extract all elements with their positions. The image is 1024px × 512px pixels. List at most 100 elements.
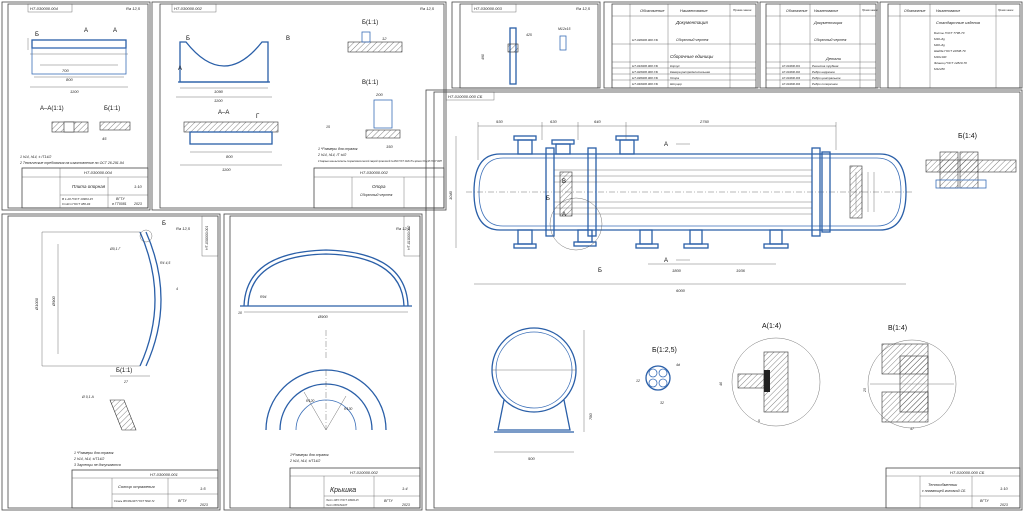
svg-text:46: 46 (719, 382, 723, 386)
sheet-cover[interactable]: Ra 12,5 НТ-010000.002 Ø900 R94 10 R120 R… (223, 213, 423, 511)
svg-text:Наименование: Наименование (936, 9, 960, 13)
note-1: 1 *Размеры для справок (74, 451, 114, 455)
note-1: 1 *Размеры для справок (318, 147, 358, 151)
section-aa-title: A–A (218, 110, 229, 116)
spec-rows: Болты ГОСТ 7798-70 М16–6g М20–6g Шайба Г… (934, 31, 967, 71)
svg-text:10: 10 (238, 311, 242, 315)
svg-text:НТ-010000.002: НТ-010000.002 (782, 70, 801, 74)
spec-sheet-2[interactable]: Обозначение Наименование Приме-чание Док… (759, 1, 879, 89)
svg-text:425: 425 (526, 33, 532, 37)
detail-a14-title: А(1:4) (762, 323, 781, 330)
nozzle-top-2 (619, 139, 635, 155)
roughness-mark: Ra 12,5 (126, 6, 141, 11)
svg-text:НТ-030000.003: НТ-030000.003 (474, 6, 503, 11)
svg-text:Ребро центральное: Ребро центральное (812, 76, 841, 80)
svg-text:в ГТ0081: в ГТ0081 (112, 202, 127, 206)
svg-text:45: 45 (102, 136, 107, 141)
part-name: Солнцо отражения (118, 484, 155, 489)
detail-b14: Б(1:4) (925, 133, 1017, 189)
spec-section-docs: Документация (675, 20, 708, 25)
svg-text:630: 630 (550, 119, 557, 124)
sheet-main-assembly[interactable]: НТ-010000.000 СБ 930 630 640 2760 В А Б … (425, 89, 1023, 511)
sheet-part-3[interactable]: НТ-030000.003 Ra 12,5 425 490 M12x15 (451, 1, 601, 89)
svg-text:А: А (562, 212, 566, 218)
svg-text:Ст3сп ГОСТ 380-94: Ст3сп ГОСТ 380-94 (62, 202, 91, 206)
dims-bottom: 1800 1936 6000 1040 (448, 136, 906, 293)
support-1 (639, 229, 653, 245)
svg-text:Шайба ГОСТ 22838-70: Шайба ГОСТ 22838-70 (934, 49, 966, 53)
svg-text:НТ-010000.002: НТ-010000.002 (350, 470, 379, 475)
svg-text:930: 930 (496, 119, 503, 124)
label-a-right: A (113, 28, 117, 34)
svg-text:Сборочный чертеж: Сборочный чертеж (676, 38, 709, 42)
svg-text:1100: 1100 (214, 98, 223, 103)
heat-exchanger-main-view: В А Б Б А А (466, 135, 914, 274)
svg-text:НТ-010000.000 СБ: НТ-010000.000 СБ (950, 470, 985, 475)
svg-text:Стандартные изделия: Стандартные изделия (936, 20, 981, 25)
title-block: НТ-030000.001 Солнцо отражения Сталь 08Х… (71, 469, 219, 509)
svg-text:НТ-030000.000 СБ: НТ-030000.000 СБ (632, 38, 658, 42)
note-2: 2 Технические требования на изготовление… (19, 161, 124, 165)
svg-text:НТ-030000.001: НТ-030000.001 (150, 472, 178, 477)
svg-text:1800: 1800 (672, 268, 682, 273)
detail-b14-title: Б(1:4) (958, 133, 977, 140)
detail-b125: Б(1:2,5) 4d 12 32 (636, 347, 681, 405)
svg-text:1100: 1100 (222, 167, 231, 172)
note-1: 1*Размеры для справок (290, 453, 329, 457)
nozzle-top-1 (517, 139, 533, 155)
nozzle-bottom-1 (517, 229, 533, 245)
svg-text:Корпус: Корпус (670, 64, 680, 68)
sheet-base-plate[interactable]: НТ-030000.004 Ra 12,5 Б A A 700 800 1100… (1, 1, 151, 211)
top-stamp: НТ-030000.004 (30, 6, 59, 11)
view-b-title: Б(1:1) (116, 368, 132, 374)
svg-text:R4 4,5: R4 4,5 (160, 261, 170, 265)
svg-text:47: 47 (910, 427, 915, 431)
svg-text:R130: R130 (344, 407, 352, 411)
svg-text:Сборочный чертеж: Сборочный чертеж (360, 193, 393, 197)
sheet-frame (1, 1, 151, 211)
svg-text:2023: 2023 (199, 503, 208, 507)
saddle-front-view (179, 41, 269, 83)
svg-text:1040: 1040 (448, 190, 453, 200)
svg-text:НТ-040000.000 СБ: НТ-040000.000 СБ (632, 82, 658, 86)
end-view: 780 500 (491, 327, 593, 461)
svg-text:НТ-010000.004: НТ-010000.004 (782, 82, 801, 86)
svg-text:НТ-030000.004: НТ-030000.004 (84, 170, 113, 175)
section-aa-base (183, 121, 279, 133)
tube-sheet-profile (139, 231, 156, 367)
svg-text:Обозначение: Обозначение (904, 9, 925, 13)
svg-text:А: А (664, 142, 668, 148)
svg-text:Документация: Документация (813, 20, 843, 25)
svg-text:НТ-020000.000 СБ: НТ-020000.000 СБ (632, 70, 658, 74)
note-1: 1 h14, h14, ± IT14/2 (20, 155, 51, 159)
spec-sheet-1[interactable]: Обозначение Наименование Приме-чание Док… (603, 1, 759, 89)
part-name: Крышка (330, 487, 356, 494)
svg-text:32: 32 (660, 401, 664, 405)
svg-text:Обозначение: Обозначение (786, 9, 807, 13)
svg-text:Болты ГОСТ 7798-70: Болты ГОСТ 7798-70 (934, 31, 965, 35)
view-v-rib (373, 99, 393, 129)
label-b: Б (35, 32, 39, 38)
svg-text:НТ-010000.001: НТ-010000.001 (782, 64, 801, 68)
detail-a14: А(1:4) 46 5 (719, 323, 821, 427)
svg-text:Б: Б (598, 268, 602, 274)
svg-text:Ø 0,1 А: Ø 0,1 А (81, 395, 95, 399)
svg-text:Ø0,1 Г: Ø0,1 Г (109, 247, 122, 251)
support-2 (769, 229, 783, 245)
svg-text:НТ-030000.002: НТ-030000.002 (174, 6, 203, 11)
svg-text:R94: R94 (260, 295, 266, 299)
cover-dome-profile (243, 249, 409, 307)
sheet-support[interactable]: НТ-030000.002 Ra 12,5 A Б В 1090 1100 A–… (151, 1, 447, 211)
svg-text:150: 150 (386, 144, 393, 149)
svg-text:НТ-030000.000 СБ: НТ-030000.000 СБ (632, 76, 658, 80)
sheet-tube-sheet[interactable]: НТ-030000.001 Ra 12,5 Б Ø1000 Ø900 Ø0,1 … (1, 213, 221, 511)
svg-text:М16–6g: М16–6g (934, 37, 945, 41)
svg-text:4: 4 (176, 287, 178, 291)
svg-text:Ra 12,5: Ra 12,5 (420, 6, 435, 11)
view-b-title: Б(1:1) (362, 20, 378, 26)
sheet-frame (425, 89, 1023, 511)
spec-sheet-3[interactable]: Обозначение Наименование Приме-чание Ста… (879, 1, 1023, 89)
sheet-frame (151, 1, 447, 211)
svg-text:М20–6g: М20–6g (934, 43, 945, 47)
svg-text:27: 27 (123, 380, 129, 384)
